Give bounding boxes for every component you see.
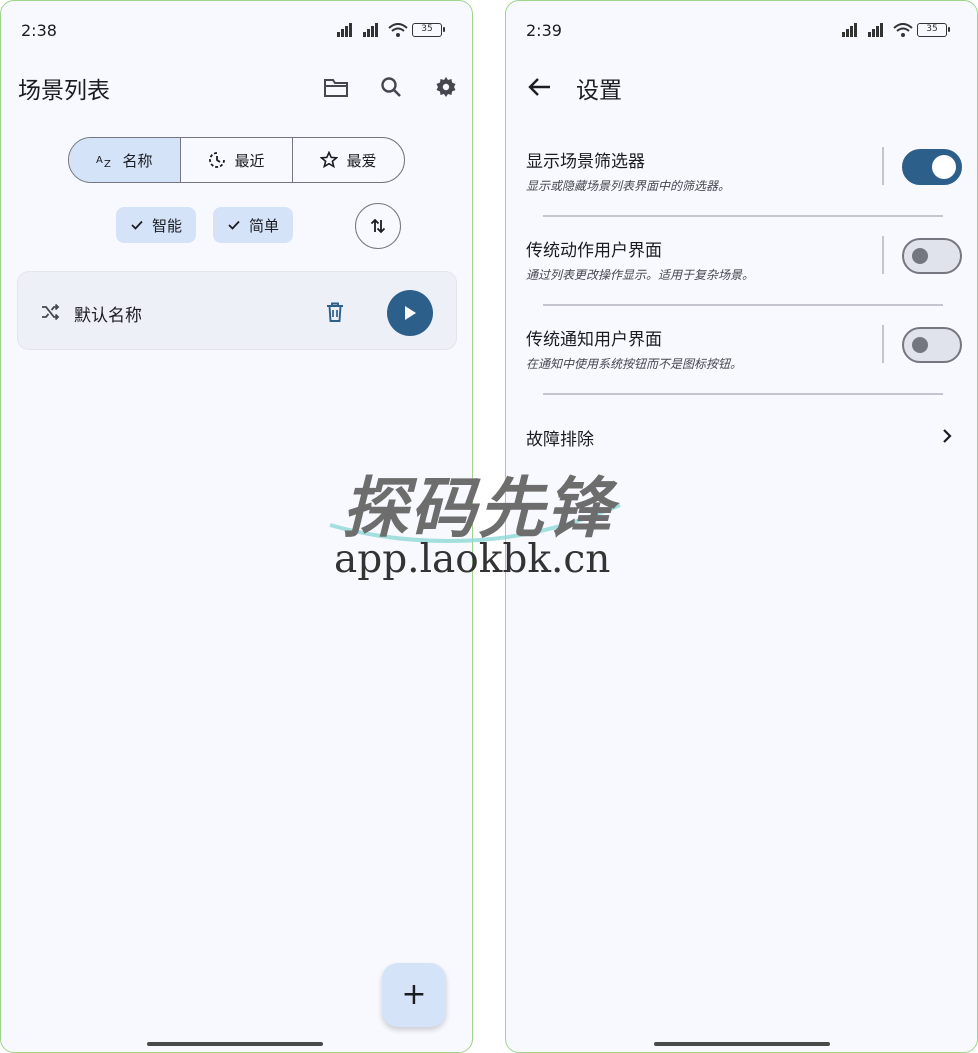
sort-by-favorite-tab[interactable]: 最爱 <box>293 138 404 182</box>
signal-icon <box>842 23 857 37</box>
gear-icon <box>436 77 456 97</box>
troubleshoot-label: 故障排除 <box>526 430 594 450</box>
status-icons: 35 <box>841 23 950 37</box>
swap-vertical-icon <box>370 218 386 234</box>
setting-description: 显示或隐藏场景列表界面中的筛选器。 <box>526 179 731 193</box>
page-title: 场景列表 <box>18 78 110 104</box>
divider <box>543 215 943 217</box>
play-scene-button[interactable] <box>387 290 433 336</box>
folder-icon <box>324 79 348 97</box>
status-icons: 35 <box>336 23 445 37</box>
divider <box>543 393 943 395</box>
settings-button[interactable] <box>430 71 462 103</box>
legacy-notification-ui-toggle[interactable] <box>902 327 962 363</box>
setting-title: 传统动作用户界面 <box>526 241 662 261</box>
sort-tab-label: 最近 <box>234 151 265 170</box>
sort-by-recent-tab[interactable]: 最近 <box>181 138 293 182</box>
divider <box>882 147 884 185</box>
shuffle-icon <box>42 303 60 321</box>
status-bar: 2:39 35 <box>506 1 977 61</box>
setting-title: 传统通知用户界面 <box>526 330 662 350</box>
chip-label: 简单 <box>249 216 280 235</box>
plus-icon: + <box>401 977 427 1012</box>
scene-name: 默认名称 <box>74 306 142 326</box>
toggle-knob <box>912 248 928 264</box>
page-title: 设置 <box>576 78 622 104</box>
home-indicator[interactable] <box>654 1042 830 1046</box>
status-time: 2:38 <box>21 21 57 40</box>
divider <box>882 236 884 274</box>
status-bar: 2:38 35 <box>1 1 472 61</box>
search-button[interactable] <box>375 71 407 103</box>
wifi-icon <box>388 23 408 37</box>
add-scene-button[interactable]: + <box>382 963 446 1027</box>
wifi-icon <box>893 23 913 37</box>
legacy-action-ui-toggle[interactable] <box>902 238 962 274</box>
signal-icon <box>868 23 883 37</box>
sort-az-icon: AZ <box>96 155 111 169</box>
chevron-right-icon <box>943 429 952 443</box>
sort-by-name-tab[interactable]: AZ 名称 <box>69 138 181 182</box>
scene-list-screen: 2:38 35 场景列表 AZ 名称 最近 最爱 智能 简单 默认名称 + <box>0 0 473 1053</box>
divider <box>543 304 943 306</box>
star-icon <box>320 151 339 169</box>
history-icon <box>209 152 226 168</box>
setting-title: 显示场景筛选器 <box>526 152 645 172</box>
sort-segmented-control: AZ 名称 最近 最爱 <box>68 137 405 183</box>
scene-card[interactable]: 默认名称 <box>17 271 457 350</box>
folder-button[interactable] <box>320 71 352 103</box>
delete-button[interactable] <box>323 300 347 324</box>
setting-description: 通过列表更改操作显示。适用于复杂场景。 <box>526 268 755 282</box>
toggle-knob <box>932 155 956 179</box>
sort-tab-label: 最爱 <box>346 151 377 170</box>
setting-description: 在通知中使用系统按钮而不是图标按钮。 <box>526 357 743 371</box>
play-icon <box>405 306 416 320</box>
signal-icon <box>363 23 378 37</box>
svg-text:A: A <box>96 155 103 166</box>
back-button[interactable] <box>526 73 554 101</box>
check-icon <box>228 220 240 230</box>
chip-label: 智能 <box>152 216 183 235</box>
sort-direction-button[interactable] <box>355 203 401 249</box>
sort-tab-label: 名称 <box>122 151 153 170</box>
troubleshoot-item[interactable]: 故障排除 <box>506 421 977 453</box>
filter-chip-simple[interactable]: 简单 <box>213 207 294 243</box>
show-filter-toggle[interactable] <box>902 149 962 185</box>
check-icon <box>131 220 143 230</box>
toggle-knob <box>912 337 928 353</box>
svg-text:Z: Z <box>104 159 111 169</box>
filter-chip-smart[interactable]: 智能 <box>116 207 197 243</box>
settings-screen: 2:39 35 设置 显示场景筛选器 显示或隐藏场景列表界面中的筛选器。 传统动… <box>505 0 978 1053</box>
status-time: 2:39 <box>526 21 562 40</box>
home-indicator[interactable] <box>147 1042 323 1046</box>
signal-icon <box>337 23 352 37</box>
battery-icon: 35 <box>412 23 445 37</box>
divider <box>882 325 884 363</box>
search-icon <box>381 77 401 97</box>
battery-icon: 35 <box>917 23 950 37</box>
